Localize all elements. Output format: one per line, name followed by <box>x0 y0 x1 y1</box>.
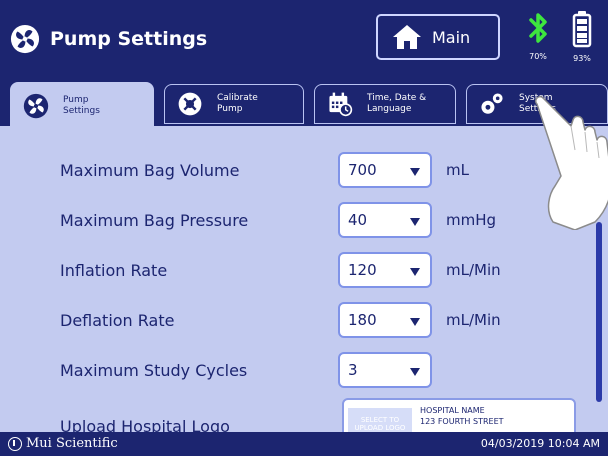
footer-bar: Mui Scientific 04/03/2019 10:04 AM <box>0 432 608 456</box>
brand-logo: Mui Scientific <box>8 436 118 451</box>
setting-label: Deflation Rate <box>60 310 175 330</box>
battery-percent: 93% <box>573 54 591 63</box>
chevron-down-icon <box>410 318 420 326</box>
max-study-cycles-select[interactable]: 3 <box>338 352 432 388</box>
power-icon <box>8 436 22 451</box>
select-value: 180 <box>348 311 377 329</box>
scrollbar[interactable] <box>596 222 602 402</box>
calendar-clock-icon <box>329 92 353 117</box>
tab-label: Time, Date & Language <box>367 93 427 114</box>
select-value: 120 <box>348 261 377 279</box>
tab-time-date-language[interactable]: Time, Date & Language <box>314 84 456 124</box>
datetime: 04/03/2019 10:04 AM <box>480 437 600 450</box>
chevron-down-icon <box>410 218 420 226</box>
select-logo-button[interactable]: SELECT TO UPLOAD LOGO <box>348 408 412 432</box>
fan-icon <box>10 24 40 54</box>
hospital-name: HOSPITAL NAME <box>420 406 485 415</box>
battery-icon <box>572 11 592 48</box>
setting-row-inflation-rate: Inflation Rate 120 mL/Min <box>0 250 590 290</box>
tab-system-settings[interactable]: System Settings <box>466 84 608 124</box>
page-title: Pump Settings <box>50 28 208 50</box>
inflation-rate-select[interactable]: 120 <box>338 252 432 288</box>
max-bag-pressure-select[interactable]: 40 <box>338 202 432 238</box>
setting-label: Maximum Bag Volume <box>60 160 240 180</box>
tab-calibrate-pump[interactable]: Calibrate Pump <box>164 84 304 124</box>
main-button-label: Main <box>432 27 471 47</box>
select-value: 700 <box>348 161 377 179</box>
setting-row-deflation-rate: Deflation Rate 180 mL/Min <box>0 300 590 340</box>
setting-label: Inflation Rate <box>60 260 168 280</box>
setting-row-max-bag-pressure: Maximum Bag Pressure 40 mmHg <box>0 200 590 240</box>
bluetooth-percent: 70% <box>529 52 547 61</box>
top-bar: Pump Settings Main 70% 93% <box>0 0 608 78</box>
chevron-down-icon <box>410 168 420 176</box>
main-button[interactable]: Main <box>376 14 500 60</box>
select-value: 3 <box>348 361 358 379</box>
setting-unit: mL/Min <box>446 261 501 279</box>
hospital-address: 123 FOURTH STREET <box>420 417 504 426</box>
setting-label: Maximum Study Cycles <box>60 360 248 380</box>
setting-row-max-study-cycles: Maximum Study Cycles 3 <box>0 350 590 390</box>
chevron-down-icon <box>410 368 420 376</box>
tab-label: Calibrate Pump <box>217 93 258 114</box>
battery-status: 93% <box>564 10 600 70</box>
setting-unit: mmHg <box>446 211 497 229</box>
setting-unit: mL/Min <box>446 311 501 329</box>
tab-label: Pump Settings <box>63 95 100 116</box>
bluetooth-status: 70% <box>523 10 553 70</box>
setting-unit: mL <box>446 161 469 179</box>
brand-name: Mui Scientific <box>26 436 118 451</box>
chevron-down-icon <box>410 268 420 276</box>
setting-label: Upload Hospital Logo <box>60 416 230 433</box>
deflation-rate-select[interactable]: 180 <box>338 302 432 338</box>
fan-icon <box>23 93 49 119</box>
title-area: Pump Settings <box>10 24 207 54</box>
tab-pump-settings[interactable]: Pump Settings <box>10 82 154 130</box>
select-value: 40 <box>348 211 368 229</box>
bluetooth-icon <box>529 13 547 43</box>
hospital-logo-card[interactable]: SELECT TO UPLOAD LOGO HOSPITAL NAME 123 … <box>342 398 576 432</box>
home-icon <box>393 25 421 49</box>
settings-panel: Maximum Bag Volume 700 mL Maximum Bag Pr… <box>0 126 608 432</box>
calibrate-icon <box>178 92 202 116</box>
max-bag-volume-select[interactable]: 700 <box>338 152 432 188</box>
tab-label: System Settings <box>519 93 556 114</box>
gears-icon <box>481 93 503 114</box>
setting-row-max-bag-volume: Maximum Bag Volume 700 mL <box>0 150 590 190</box>
setting-label: Maximum Bag Pressure <box>60 210 249 230</box>
